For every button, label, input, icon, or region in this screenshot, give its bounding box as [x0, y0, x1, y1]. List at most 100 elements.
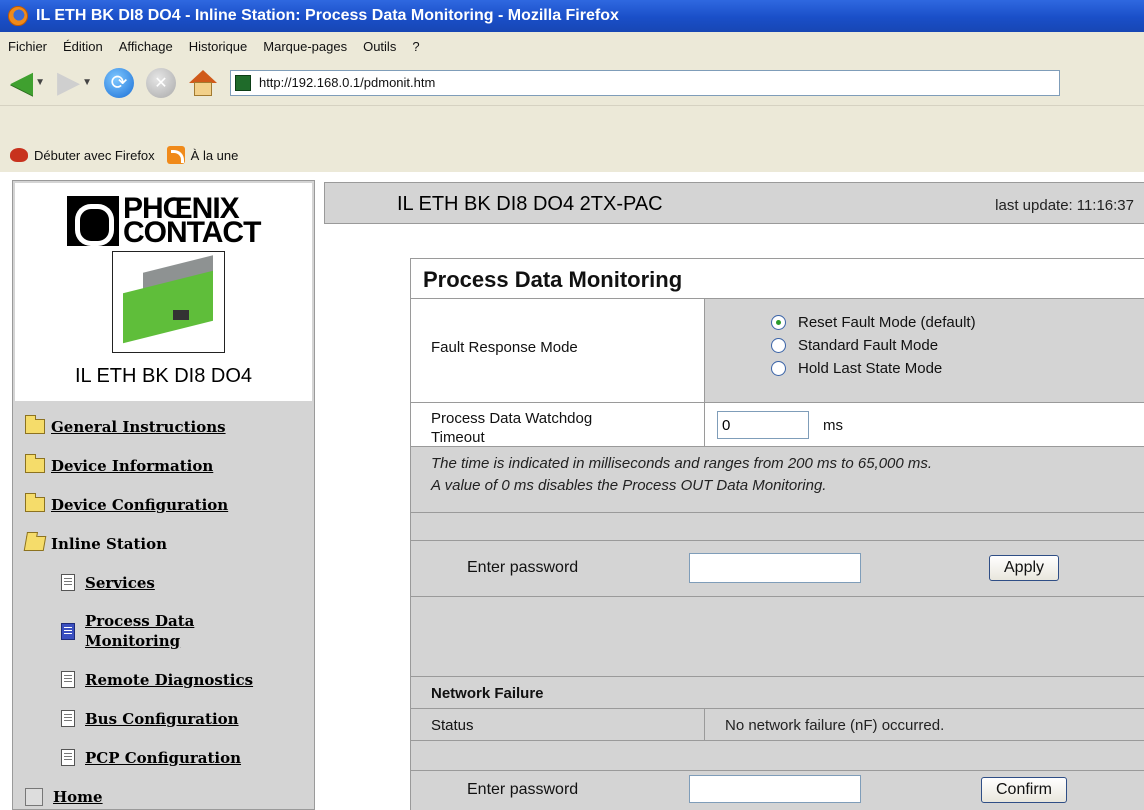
- password-input[interactable]: [689, 553, 861, 583]
- radio-checked-icon[interactable]: [771, 315, 786, 330]
- navigation-toolbar: ◀ ▼ ▶ ▼ ⟳ ✕ http://192.168.0.1/pdmonit.h…: [0, 60, 1144, 106]
- device-name: IL ETH BK DI8 DO4: [74, 365, 253, 387]
- address-bar[interactable]: http://192.168.0.1/pdmonit.htm: [229, 69, 1060, 96]
- folder-open-icon: [23, 536, 47, 551]
- page-icon: [61, 574, 75, 591]
- password-row: Enter password Apply: [411, 541, 1144, 597]
- back-arrow-icon: ◀: [10, 65, 34, 99]
- phoenix-contact-logo: PHŒNIX CONTACT: [67, 193, 263, 249]
- back-button[interactable]: ◀ ▼: [10, 65, 51, 99]
- page-icon: [61, 710, 75, 727]
- home-button[interactable]: [188, 68, 218, 98]
- sidebar-item-home[interactable]: Home: [17, 777, 310, 810]
- fault-response-row: Fault Response Mode Reset Fault Mode (de…: [411, 299, 1144, 403]
- watchdog-info-row: The time is indicated in milliseconds an…: [411, 447, 1144, 513]
- menu-historique[interactable]: Historique: [189, 39, 248, 54]
- menu-outils[interactable]: Outils: [363, 39, 396, 54]
- sidebar-item-bus-configuration[interactable]: Bus Configuration: [17, 699, 310, 738]
- password-confirm-input[interactable]: [689, 775, 861, 803]
- page-header: IL ETH BK DI8 DO4 2TX-PAC last update: 11…: [324, 182, 1144, 224]
- device-image: [112, 251, 225, 353]
- site-favicon-icon: [234, 74, 251, 91]
- home-page-icon: [25, 787, 43, 806]
- menu-edition[interactable]: Édition: [63, 39, 103, 54]
- info-text: A value of 0 ms disables the Process OUT…: [431, 477, 827, 494]
- radio-standard-fault-mode[interactable]: Standard Fault Mode: [771, 334, 976, 357]
- watchdog-timeout-row: Process Data Watchdog Timeout ms: [411, 403, 1144, 447]
- sidebar-item-remote-diagnostics[interactable]: Remote Diagnostics: [17, 660, 310, 699]
- home-wall-icon: [193, 81, 212, 96]
- firefox-logo-icon: [8, 6, 28, 26]
- page-active-icon: [61, 622, 75, 640]
- page-top-spacer: [0, 172, 1144, 180]
- folder-icon: [25, 493, 45, 512]
- password-label: Enter password: [467, 559, 579, 576]
- watchdog-timeout-label: Process Data Watchdog Timeout: [411, 403, 705, 446]
- panel-title: Process Data Monitoring: [423, 267, 683, 292]
- menu-fichier[interactable]: Fichier: [8, 39, 47, 54]
- rss-feed-icon: [166, 146, 185, 164]
- bookmark-label: Débuter avec Firefox: [34, 147, 155, 163]
- bookmark-headlines[interactable]: À la une: [166, 146, 239, 164]
- sidebar-item-pcp-configuration[interactable]: PCP Configuration: [17, 738, 310, 777]
- process-data-panel: Process Data Monitoring Fault Response M…: [410, 258, 1144, 810]
- menu-help[interactable]: ?: [412, 39, 419, 54]
- confirm-button[interactable]: Confirm: [981, 777, 1068, 803]
- page-title: IL ETH BK DI8 DO4 2TX-PAC: [397, 193, 663, 215]
- sidebar-item-device-configuration[interactable]: Device Configuration: [17, 485, 310, 524]
- sidebar: PHŒNIX CONTACT IL ETH BK DI8 DO4 General…: [12, 180, 315, 810]
- status-value: No network failure (nF) occurred.: [725, 717, 945, 734]
- apply-button[interactable]: Apply: [989, 555, 1060, 581]
- sidebar-item-inline-station[interactable]: Inline Station: [17, 524, 310, 563]
- network-failure-title-row: Network Failure: [411, 677, 1144, 709]
- radio-reset-fault-mode[interactable]: Reset Fault Mode (default): [771, 311, 976, 334]
- radio-unchecked-icon[interactable]: [771, 361, 786, 376]
- menu-bar: Fichier Édition Affichage Historique Mar…: [0, 32, 1144, 60]
- stop-button[interactable]: ✕: [145, 67, 176, 98]
- forward-dropdown-icon[interactable]: ▼: [82, 77, 92, 88]
- watchdog-timeout-input[interactable]: [717, 411, 809, 439]
- last-update-label: last update:: [995, 197, 1073, 214]
- forward-arrow-icon: ▶: [56, 65, 81, 99]
- bookmarks-toolbar: Débuter avec Firefox À la une: [0, 106, 1144, 172]
- spacer-row: [411, 741, 1144, 771]
- watchdog-unit: ms: [823, 417, 843, 434]
- window-title: IL ETH BK DI8 DO4 - Inline Station: Proc…: [36, 7, 619, 24]
- password-label: Enter password: [467, 781, 579, 798]
- logo-wordmark: PHŒNIX CONTACT: [123, 192, 261, 249]
- last-update-time: 11:16:37: [1076, 197, 1134, 214]
- fault-mode-radio-group: Reset Fault Mode (default) Standard Faul…: [771, 311, 976, 380]
- info-text: The time is indicated in milliseconds an…: [431, 455, 933, 472]
- spacer-row: [411, 597, 1144, 677]
- bookmark-getting-started[interactable]: Débuter avec Firefox: [10, 148, 155, 163]
- folder-icon: [25, 454, 45, 473]
- sidebar-item-process-data-monitoring[interactable]: Process Data Monitoring: [17, 602, 310, 660]
- sidebar-item-device-information[interactable]: Device Information: [17, 446, 310, 485]
- brand-area: PHŒNIX CONTACT IL ETH BK DI8 DO4: [15, 183, 312, 401]
- network-failure-title: Network Failure: [431, 685, 544, 702]
- reload-button[interactable]: ⟳: [103, 67, 134, 98]
- radio-unchecked-icon[interactable]: [771, 338, 786, 353]
- menu-marque-pages[interactable]: Marque-pages: [263, 39, 347, 54]
- page-icon: [61, 749, 75, 766]
- status-label: Status: [411, 709, 705, 740]
- page-icon: [61, 671, 75, 688]
- menu-affichage[interactable]: Affichage: [119, 39, 173, 54]
- radio-hold-last-state-mode[interactable]: Hold Last State Mode: [771, 357, 976, 380]
- folder-icon: [25, 415, 45, 434]
- address-url: http://192.168.0.1/pdmonit.htm: [258, 75, 436, 90]
- sidebar-item-services[interactable]: Services: [17, 563, 310, 602]
- firefox-bookmark-icon: [10, 148, 28, 162]
- last-update: last update: 11:16:37: [995, 197, 1134, 214]
- back-dropdown-icon[interactable]: ▼: [35, 77, 45, 88]
- sidebar-menu: General Instructions Device Information …: [17, 407, 310, 810]
- window-titlebar: IL ETH BK DI8 DO4 - Inline Station: Proc…: [0, 0, 1144, 32]
- password-confirm-row: Enter password Confirm: [411, 771, 1144, 810]
- fault-response-label: Fault Response Mode: [411, 299, 705, 402]
- forward-button[interactable]: ▶ ▼: [56, 65, 98, 99]
- panel-title-row: Process Data Monitoring: [411, 259, 1144, 299]
- sidebar-item-general-instructions[interactable]: General Instructions: [17, 407, 310, 446]
- network-status-row: Status No network failure (nF) occurred.: [411, 709, 1144, 741]
- bookmark-label: À la une: [190, 147, 239, 163]
- phoenix-logo-mark-icon: [67, 196, 119, 246]
